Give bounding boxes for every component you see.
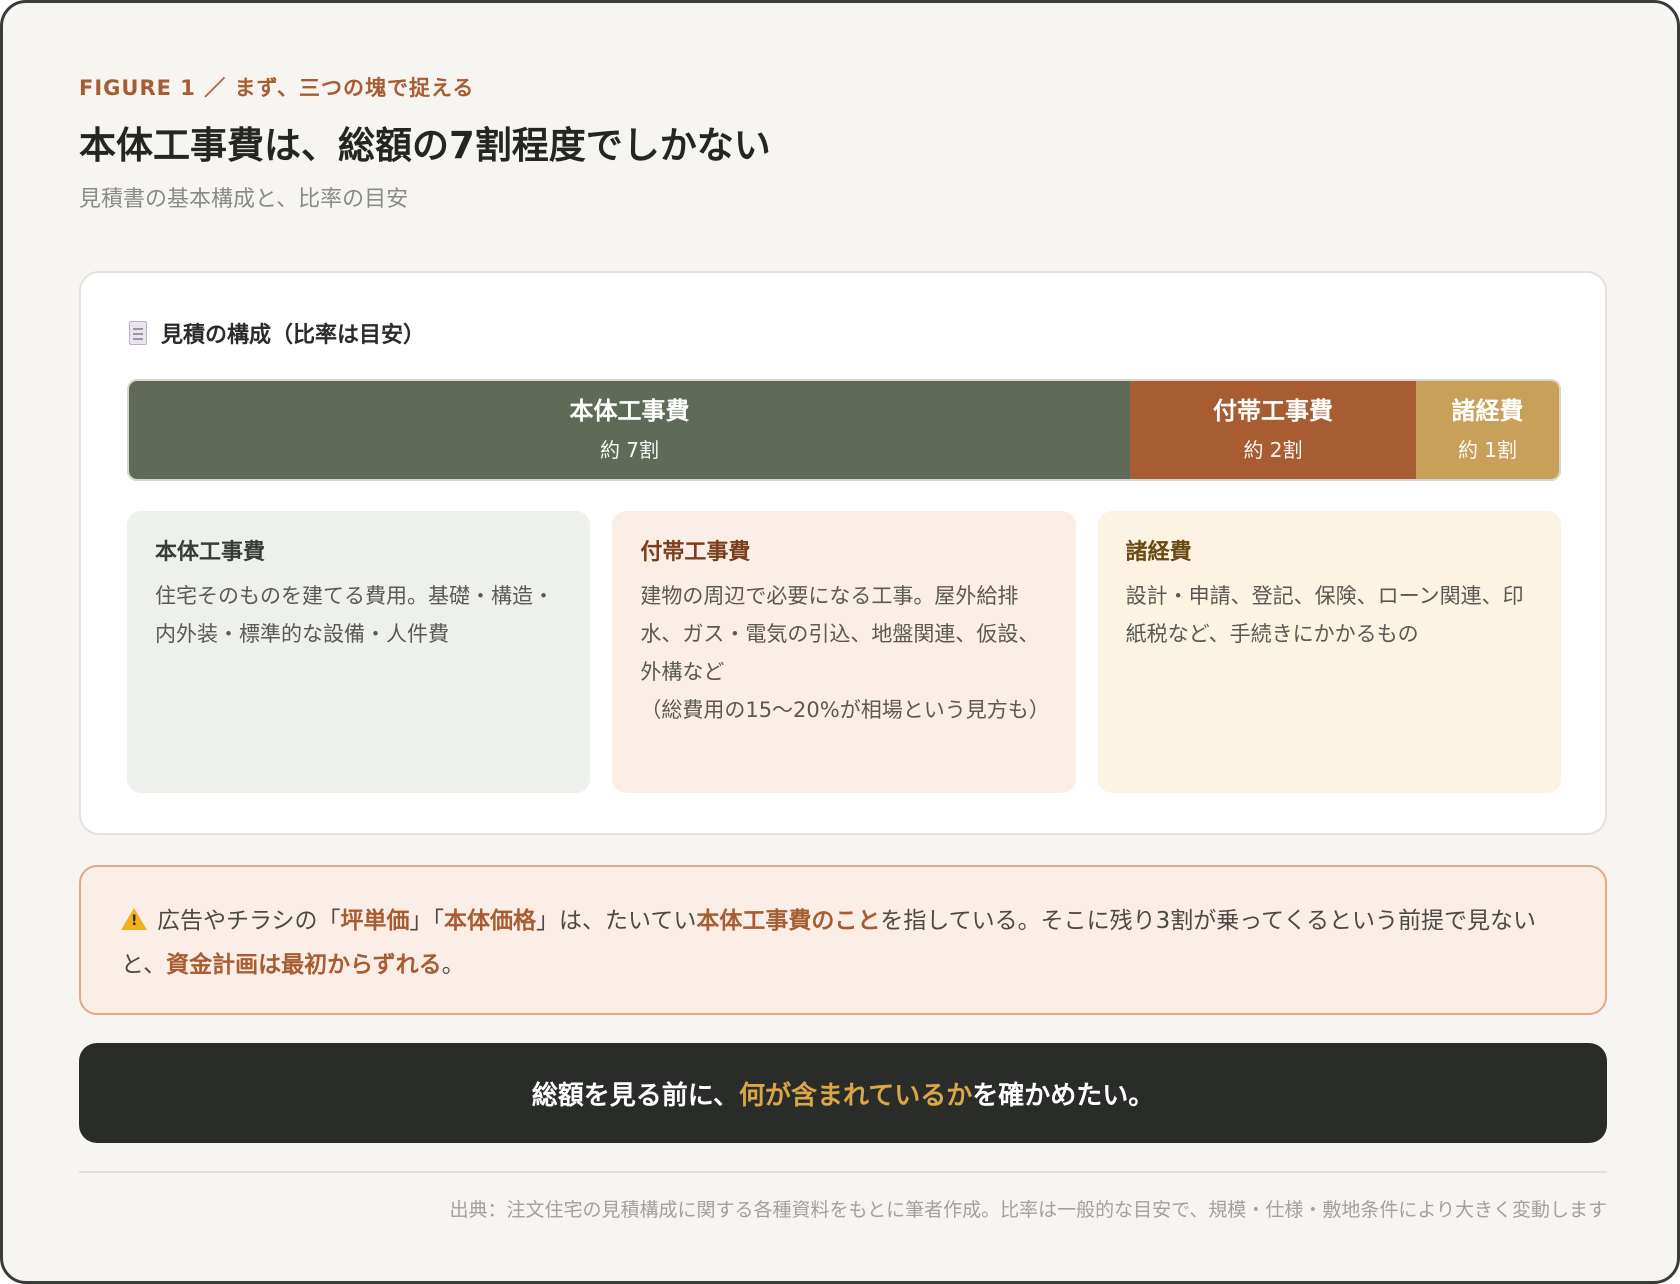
- segment-ratio: 約 1割: [1457, 438, 1518, 462]
- warning-icon: [121, 908, 147, 930]
- figure-subtitle: 見積書の基本構成と、比率の目安: [79, 187, 409, 212]
- ratio-segment: 本体工事費約 7割: [129, 381, 1130, 479]
- card-header: 見積の構成（比率は目安）: [129, 315, 425, 351]
- warning-text: 広告やチラシの「: [157, 908, 341, 934]
- figure-title: 本体工事費は、総額の7割程度でしかない: [79, 124, 771, 167]
- card-title: 見積の構成（比率は目安）: [161, 323, 426, 348]
- warning-text: 」「: [409, 908, 445, 934]
- segment-ratio: 約 2割: [1243, 438, 1303, 462]
- source-note: 出典：注文住宅の見積構成に関する各種資料をもとに筆者作成。比率は一般的な目安で、…: [449, 1199, 1607, 1221]
- detail-box: 諸経費設計・申請、登記、保険、ローン関連、印紙税など、手続きにかかるもの: [1097, 511, 1561, 793]
- detail-name: 本体工事費: [155, 540, 266, 565]
- segment-name: 諸経費: [1451, 397, 1524, 425]
- detail-box: 付帯工事費建物の周辺で必要になる工事。屋外給排水、ガス・電気の引込、地盤関連、仮…: [612, 511, 1076, 793]
- conclusion-banner: 総額を見る前に、 何が含まれているか を確かめたい。: [79, 1043, 1607, 1143]
- segment-name: 付帯工事費: [1213, 397, 1333, 425]
- detail-name: 付帯工事費: [640, 540, 751, 565]
- detail-description: 建物の周辺で必要になる工事。屋外給排水、ガス・電気の引込、地盤関連、仮設、外構な…: [640, 584, 1050, 722]
- figure-content: FIGURE 1 ／ まず、三つの塊で捉える 本体工事費は、総額の7割程度でしか…: [79, 73, 1607, 1221]
- ratio-segment: 諸経費約 1割: [1416, 381, 1559, 479]
- document-icon: [129, 321, 147, 345]
- detail-boxes: 本体工事費 住宅そのものを建てる費用。基礎・構造・内外装・標準的な設備・人件費 付帯…: [127, 511, 1561, 793]
- figure-eyebrow: FIGURE 1 ／ まず、三つの塊で捉える: [79, 76, 475, 100]
- detail-name: 諸経費: [1125, 540, 1192, 565]
- warning-text: 。: [441, 952, 465, 978]
- warning-highlight: 資金計画は最初からずれる: [166, 952, 442, 978]
- banner-highlight: 何が含まれているか: [738, 1080, 973, 1111]
- banner-text: を確かめたい。: [972, 1080, 1155, 1111]
- detail-description: 設計・申請、登記、保険、ローン関連、印紙税など、手続きにかかるもの: [1125, 584, 1524, 646]
- ratio-segment: 付帯工事費約 2割: [1130, 381, 1416, 479]
- warning-highlight: 坪単価: [340, 908, 410, 934]
- segment-name: 本体工事費: [569, 397, 690, 425]
- warning-highlight: 本体工事費のこと: [696, 908, 881, 934]
- divider: [79, 1171, 1607, 1173]
- warning-text: 」は、たいてい: [536, 908, 697, 934]
- warning-callout: 広告やチラシの「坪単価」「本体価格」は、たいてい本体工事費のことを指している。そ…: [79, 865, 1607, 1015]
- detail-box: 本体工事費住宅そのものを建てる費用。基礎・構造・内外装・標準的な設備・人件費: [127, 511, 591, 793]
- segment-ratio: 約 7割: [599, 438, 660, 462]
- detail-description: 住宅そのものを建てる費用。基礎・構造・内外装・標準的な設備・人件費: [155, 584, 554, 646]
- banner-text: 総額を見る前に、: [531, 1080, 739, 1111]
- figure-frame: FIGURE 1 ／ まず、三つの塊で捉える 本体工事費は、総額の7割程度でしか…: [0, 0, 1680, 1284]
- warning-highlight: 本体価格: [444, 908, 537, 934]
- ratio-bar: 本体工事費約 7割 付帯工事費約 2割 諸経費約 1割: [127, 379, 1561, 481]
- composition-card: 見積の構成（比率は目安） 本体工事費約 7割 付帯工事費約 2割 諸経費約 1割 本…: [79, 271, 1607, 835]
